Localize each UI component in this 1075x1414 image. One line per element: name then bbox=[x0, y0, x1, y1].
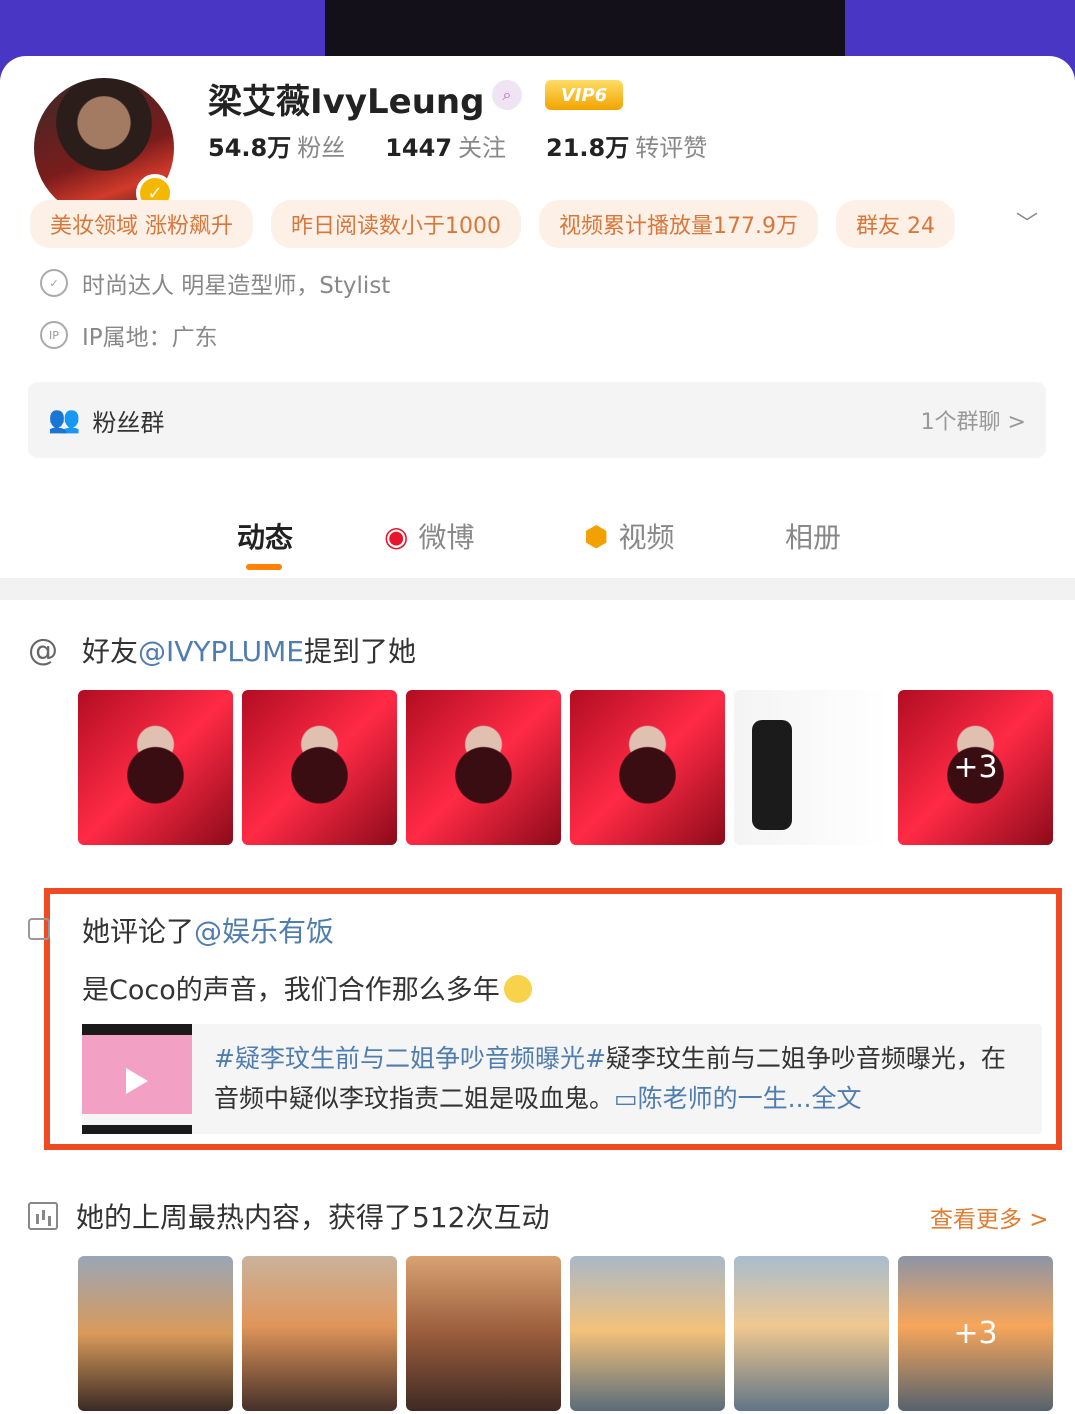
section-divider bbox=[0, 578, 1075, 600]
photo-thumbnail[interactable] bbox=[78, 690, 233, 845]
photo-thumbnail-more[interactable]: +3 bbox=[898, 690, 1053, 845]
crying-emoji-icon bbox=[503, 975, 532, 1003]
verification-row: ✓ 时尚达人 明星造型师，Stylist bbox=[40, 266, 390, 300]
mention-user-link[interactable]: @IVYPLUME bbox=[138, 635, 304, 668]
photo-thumbnail[interactable] bbox=[406, 1256, 561, 1411]
tag-video-plays[interactable]: 视频累计播放量177.9万 bbox=[539, 200, 818, 248]
video-link-icon: ▭ bbox=[614, 1084, 638, 1113]
mention-header[interactable]: @ 好友@IVYPLUME提到了她 bbox=[28, 630, 416, 670]
shield-icon: ✓ bbox=[40, 269, 68, 297]
comment-target-link[interactable]: @娱乐有饭 bbox=[194, 915, 334, 948]
vip-badge[interactable]: VIP6 bbox=[545, 80, 623, 110]
photo-thumbnail[interactable] bbox=[78, 1256, 233, 1411]
tab-weibo[interactable]: ◉ 微博 bbox=[384, 516, 474, 556]
hot-photo-grid: +3 bbox=[78, 1256, 1053, 1411]
group-users-icon: 👥 bbox=[48, 405, 81, 435]
photo-thumbnail[interactable] bbox=[734, 1256, 889, 1411]
more-photos-count: +3 bbox=[953, 1316, 998, 1351]
audio-video-thumbnail[interactable] bbox=[82, 1024, 192, 1134]
profile-tabs: 动态 ◉ 微博 ⬢ 视频 相册 bbox=[0, 454, 1075, 555]
chart-icon bbox=[28, 1202, 58, 1230]
profile-stats: 54.8万 粉丝 1447 关注 21.8万 转评赞 bbox=[208, 128, 707, 163]
tab-album[interactable]: 相册 bbox=[785, 516, 841, 556]
ip-location-text: IP属地：广东 bbox=[82, 325, 218, 351]
stat-interactions[interactable]: 21.8万 转评赞 bbox=[546, 128, 707, 163]
hashtag-link[interactable]: #疑李玟生前与二姐争吵音频曝光# bbox=[214, 1044, 606, 1073]
video-icon: ⬢ bbox=[584, 519, 609, 553]
tag-group-friends[interactable]: 群友 24 bbox=[835, 200, 955, 248]
fans-group-label: 粉丝群 bbox=[92, 408, 165, 437]
chevron-down-icon[interactable]: ﹀ bbox=[1016, 206, 1038, 238]
hot-content-header: 她的上周最热内容，获得了512次互动 bbox=[28, 1196, 549, 1236]
see-more-link[interactable]: 查看更多 > bbox=[930, 1200, 1049, 1234]
full-text-link[interactable]: 全文 bbox=[811, 1084, 861, 1113]
quoted-post-card[interactable]: #疑李玟生前与二姐争吵音频曝光#疑李玟生前与二姐争吵音频曝光，在音频中疑似李玟指… bbox=[82, 1024, 1042, 1134]
hot-content-text: 她的上周最热内容，获得了512次互动 bbox=[76, 1201, 550, 1234]
ip-row: IP IP属地：广东 bbox=[40, 318, 218, 352]
mention-photo-grid: +3 bbox=[78, 690, 1053, 845]
tab-feed[interactable]: 动态 bbox=[237, 516, 293, 556]
photo-thumbnail[interactable] bbox=[734, 690, 889, 845]
active-tab-indicator bbox=[246, 564, 282, 570]
photo-thumbnail[interactable] bbox=[570, 1256, 725, 1411]
ip-icon: IP bbox=[40, 321, 68, 349]
tag-reads[interactable]: 昨日阅读数小于1000 bbox=[271, 200, 521, 248]
profile-name: 梁艾薇IvyLeung bbox=[208, 82, 485, 122]
photo-thumbnail-more[interactable]: +3 bbox=[898, 1256, 1053, 1411]
stat-followers[interactable]: 54.8万 粉丝 bbox=[208, 128, 345, 163]
fans-group-count: 1个群聊 > bbox=[920, 410, 1026, 435]
photo-thumbnail[interactable] bbox=[406, 690, 561, 845]
tab-video[interactable]: ⬢ 视频 bbox=[584, 516, 674, 556]
source-link[interactable]: 陈老师的一生... bbox=[638, 1084, 812, 1113]
comment-icon bbox=[28, 918, 50, 940]
photo-thumbnail[interactable] bbox=[242, 1256, 397, 1411]
play-icon bbox=[126, 1068, 148, 1094]
stat-following[interactable]: 1447 关注 bbox=[385, 128, 506, 163]
tag-beauty[interactable]: 美妆领域 涨粉飙升 bbox=[30, 200, 253, 248]
comment-text: 是Coco的声音，我们合作那么多年 bbox=[82, 968, 532, 1007]
profile-tags: 美妆领域 涨粉飙升 昨日阅读数小于1000 视频累计播放量177.9万 群友 2… bbox=[30, 200, 955, 248]
search-badge-icon[interactable]: ⌕ bbox=[492, 80, 522, 110]
fans-group-row[interactable]: 👥 粉丝群 1个群聊 > bbox=[28, 382, 1046, 458]
more-photos-count: +3 bbox=[953, 750, 998, 785]
at-icon: @ bbox=[28, 632, 58, 668]
verification-text: 时尚达人 明星造型师，Stylist bbox=[82, 273, 391, 299]
photo-thumbnail[interactable] bbox=[242, 690, 397, 845]
quoted-post-text: #疑李玟生前与二姐争吵音频曝光#疑李玟生前与二姐争吵音频曝光，在音频中疑似李玟指… bbox=[214, 1044, 1006, 1113]
weibo-icon: ◉ bbox=[384, 519, 409, 553]
comment-header[interactable]: 她评论了@娱乐有饭 bbox=[82, 910, 334, 950]
photo-thumbnail[interactable] bbox=[570, 690, 725, 845]
